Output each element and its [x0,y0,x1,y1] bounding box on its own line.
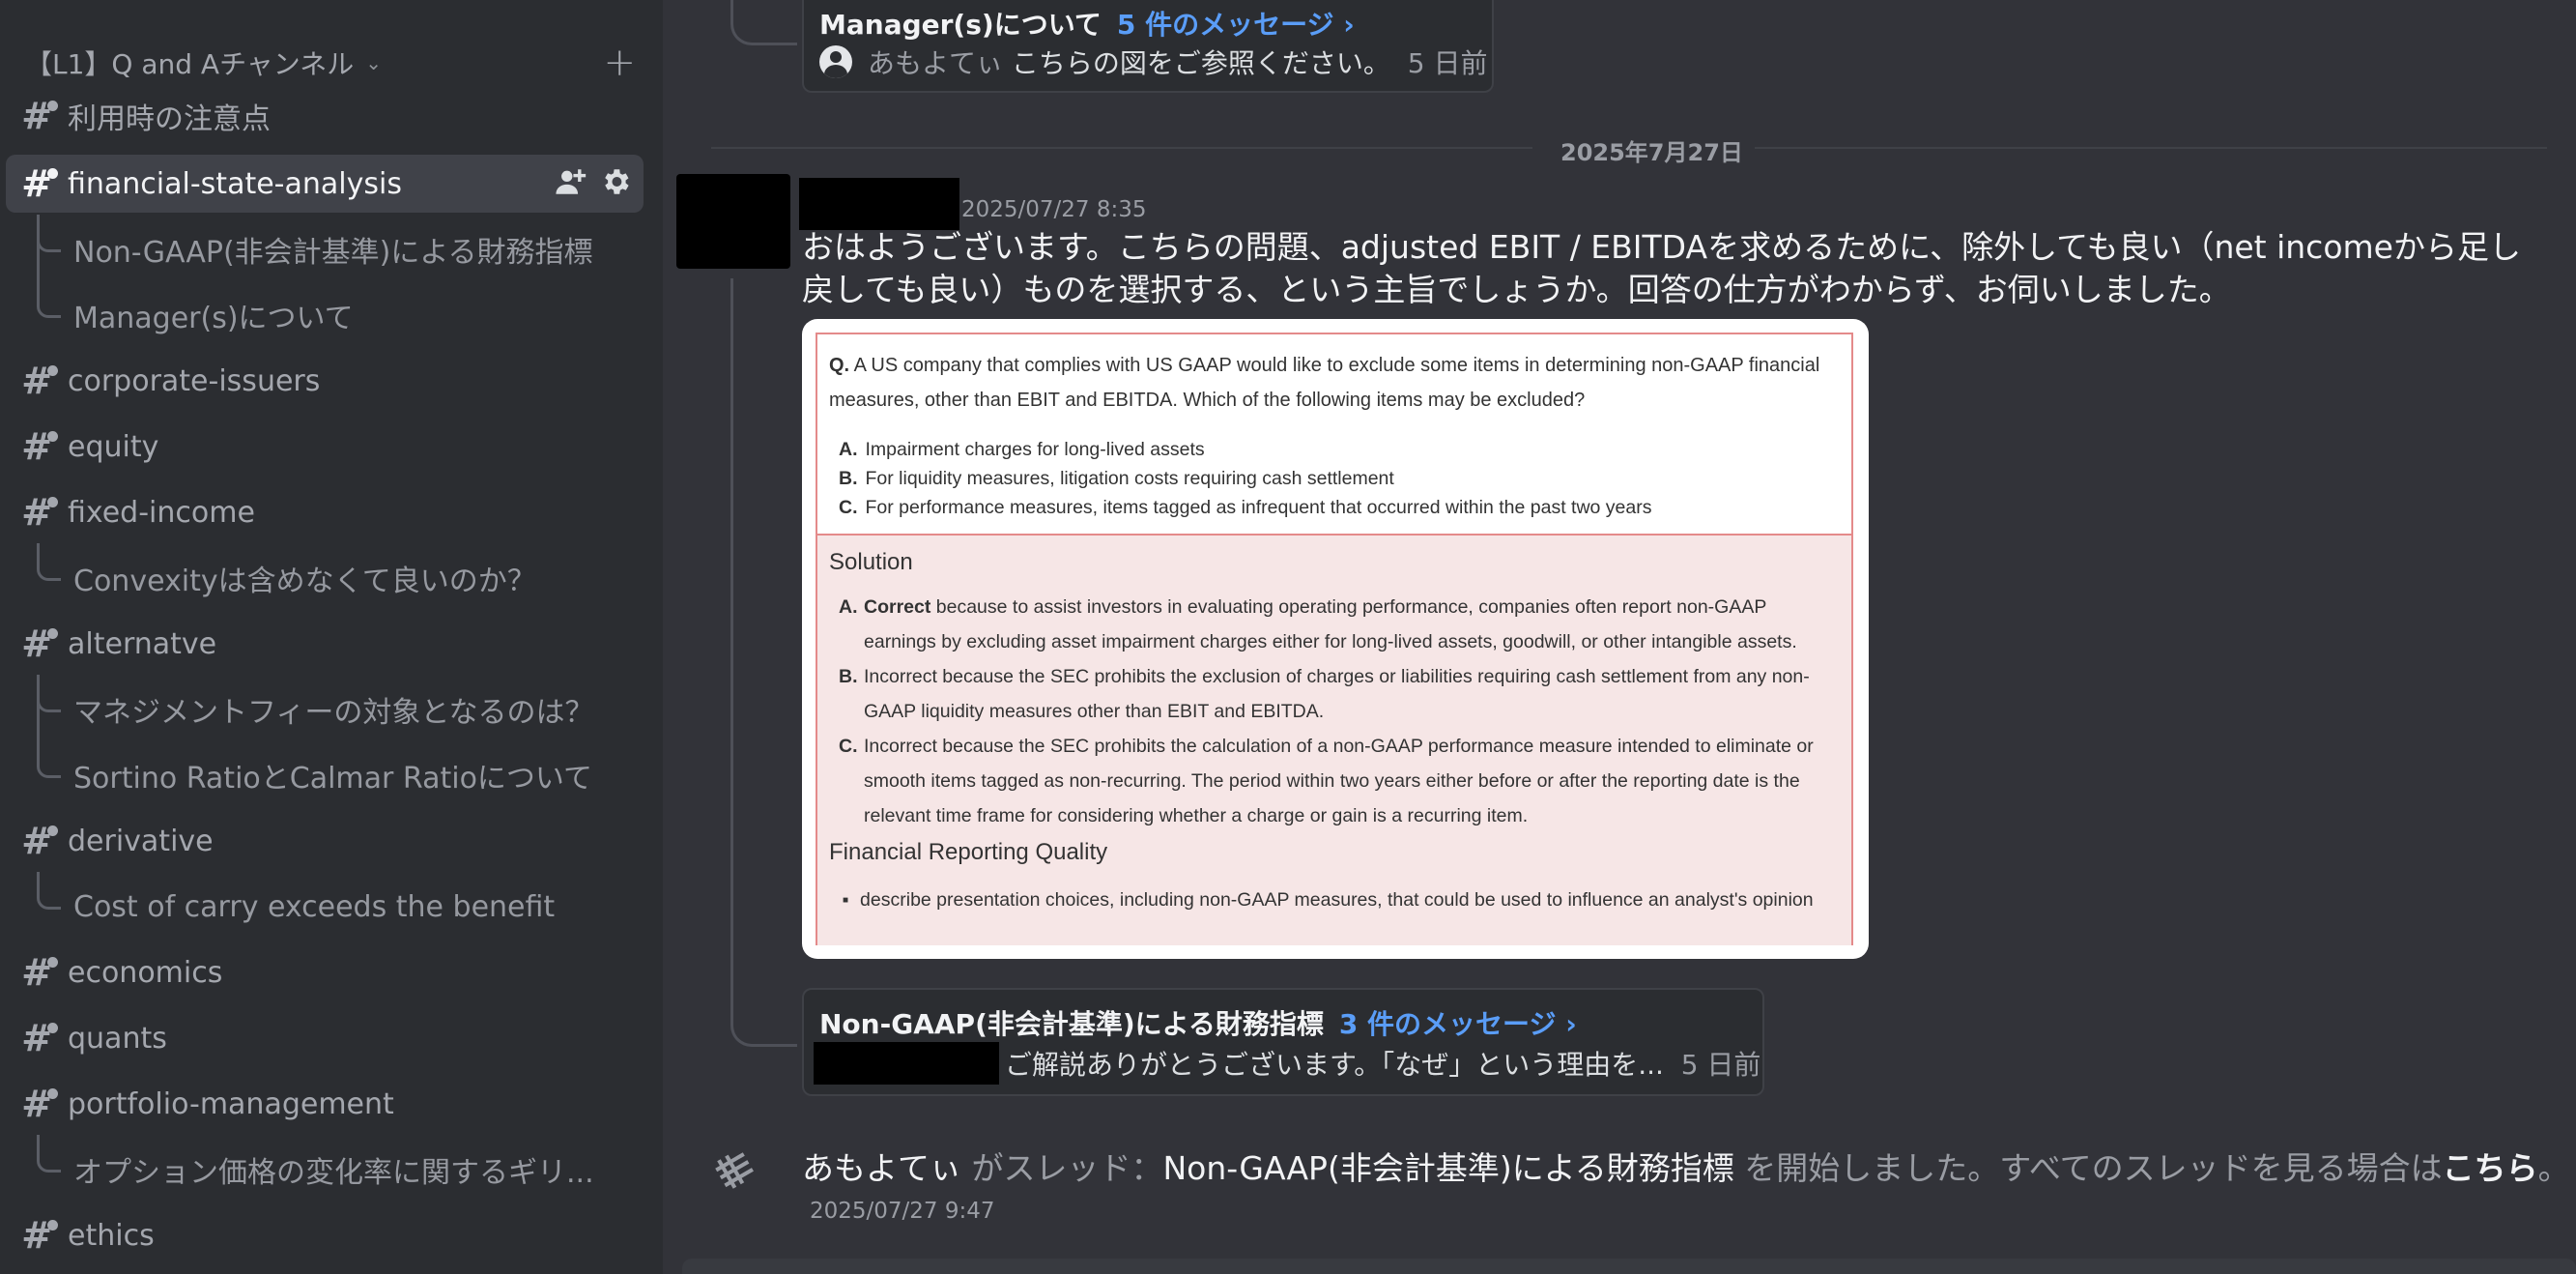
channel-label: derivative [68,824,214,858]
thread-preview-card[interactable]: Manager(s)について 5 件のメッセージ › あもよてぃ こちらの図をご参… [802,0,1494,93]
category-label: 【L1】Q and Aチャンネル [25,48,355,80]
channel-sidebar: 【L1】Q and Aチャンネル ⌄ + # 利用時の注意点 # financi… [0,0,663,1274]
question-text: Q. A US company that complies with US GA… [829,355,1820,411]
thread-label: オプション価格の変化率に関するギリ... [73,1156,594,1190]
avatar[interactable] [676,174,790,269]
channel-label: corporate-issuers [68,363,321,398]
thread-channel-icon: # [6,162,68,205]
channel-item-derivative[interactable]: # derivative [6,812,644,870]
thread-item-sortino-calmar[interactable]: Sortino RatioとCalmar Ratioについて [0,746,657,804]
message-text: おはようございます。こちらの問題、adjusted EBIT / EBITDAを… [802,228,2521,308]
thread-message-count[interactable]: 3 件のメッセージ › [1339,1008,1577,1040]
solution-box: Solution A. Correct because to assist in… [817,534,1851,945]
category-header[interactable]: 【L1】Q and Aチャンネル ⌄ + [25,41,644,85]
thread-label: Cost of carry exceeds the benefit [73,889,556,924]
chevron-down-icon: ⌄ [365,51,383,74]
thread-branch [37,746,61,778]
channel-item-ethics[interactable]: # ethics [6,1206,644,1264]
thread-branch [37,872,61,910]
channel-label: portfolio-management [68,1086,394,1121]
thread-channel-icon: # [6,1214,68,1257]
channel-item-portfolio-management[interactable]: # portfolio-management [6,1075,644,1133]
channel-label: alternatve [68,626,217,661]
thread-channel-icon: # [6,623,68,665]
system-message: あもよてぃ がスレッド：Non-GAAP(非会計基準)による財務指標 を開始しま… [802,1149,2570,1187]
create-invite-icon[interactable] [555,164,587,199]
avatar [819,45,852,78]
channel-label: economics [68,955,223,990]
thread-label: マネジメントフィーの対象となるのは？ [73,696,594,730]
section-title: Financial Reporting Quality [829,839,1108,865]
channel-item-alternatve[interactable]: # alternatve [6,615,644,673]
plus-icon[interactable]: + [603,41,636,85]
channel-label: quants [68,1021,167,1056]
thread-branch [37,680,61,712]
thread-item-managers[interactable]: Manager(s)について [0,286,657,344]
system-timestamp: 2025/07/27 9:47 [810,1199,995,1224]
thread-author: あもよてぃ [868,47,1004,79]
thread-title: Non-GAAP(非会計基準)による財務指標 [819,1008,1324,1040]
thread-item-management-fee[interactable]: マネジメントフィーの対象となるのは？ [0,680,657,738]
option-a: A. Impairment charges for long-lived asse… [839,439,1205,460]
thread-item-cost-of-carry[interactable]: Cost of carry exceeds the benefit [0,872,657,936]
thread-age: 5 日前 [1680,1049,1761,1081]
message-input-edge [682,1259,2576,1274]
thread-message-count[interactable]: 5 件のメッセージ › [1117,9,1355,41]
thread-label: Non-GAAP(非会計基準)による財務指標 [73,236,593,270]
channel-item-financial-state-analysis[interactable]: # financial-state-analysis [6,155,644,213]
all-threads-link[interactable]: こちら [2443,1149,2538,1187]
thread-age: 5 日前 [1407,47,1488,79]
thread-label: Convexityは含めなくて良いのか？ [73,565,536,598]
thread-item-option-greeks[interactable]: オプション価格の変化率に関するギリ... [0,1135,657,1199]
thread-branch [37,543,61,581]
thread-preview-text: こちらの図をご参照ください。 [1011,47,1390,79]
learning-outcome: describe presentation choices, including… [843,889,1814,912]
date-divider-label: 2025年7月27日 [1560,139,1743,166]
channel-label: fixed-income [68,495,255,530]
thread-label: Manager(s)について [73,302,354,335]
thread-channel-icon: # [6,1083,68,1125]
thread-title: Manager(s)について [819,9,1102,41]
thread-connector [730,278,797,1047]
thread-branch [37,220,61,252]
channel-item-economics[interactable]: # economics [6,943,644,1001]
thread-channel-icon: # [6,951,68,994]
message-timestamp[interactable]: 2025/07/27 8:35 [961,197,1147,222]
thread-channel-icon: # [6,95,68,137]
system-user[interactable]: あもよてぃ [802,1149,961,1187]
thread-branch [37,286,61,318]
thread-channel-icon: # [6,360,68,402]
channel-label: financial-state-analysis [68,166,402,201]
thread-channel-icon: # [6,1017,68,1059]
channel-label: 利用時の注意点 [68,102,271,136]
author-name[interactable] [799,178,959,230]
channel-item-quants[interactable]: # quants [6,1009,644,1067]
thread-author [814,1042,999,1085]
thread-connector [730,0,797,45]
channel-label: ethics [68,1218,155,1253]
thread-label: Sortino RatioとCalmar Ratioについて [73,762,593,796]
thread-branch [37,1135,61,1173]
thread-created-icon [715,1152,754,1189]
attached-image[interactable]: Q. A US company that complies with US GA… [802,319,1869,959]
system-thread-name[interactable]: Non-GAAP(非会計基準)による財務指標 [1163,1149,1734,1187]
thread-preview-card[interactable]: Non-GAAP(非会計基準)による財務指標 3 件のメッセージ › ご解説ありが… [802,988,1764,1096]
thread-channel-icon: # [6,491,68,534]
option-b: B. For liquidity measures, litigation cos… [839,468,1394,489]
thread-channel-icon: # [6,820,68,862]
message-area: Manager(s)について 5 件のメッセージ › あもよてぃ こちらの図をご参… [663,0,2576,1274]
option-c: C. For performance measures, items tagged… [839,497,1652,518]
thread-preview-text: ご解説ありがとうございます。「なぜ」という理由を... [1005,1049,1664,1081]
channel-item-equity[interactable]: # equity [6,418,644,476]
thread-item-non-gaap[interactable]: Non-GAAP(非会計基準)による財務指標 [0,220,657,278]
channel-item-fixed-income[interactable]: # fixed-income [6,483,644,541]
channel-label: equity [68,429,159,464]
gear-icon[interactable] [599,164,632,199]
thread-item-convexity[interactable]: Convexityは含めなくて良いのか？ [0,543,657,607]
channel-item-corporate-issuers[interactable]: # corporate-issuers [6,352,644,410]
channel-item-usage-notes[interactable]: # 利用時の注意点 [6,87,644,145]
solution-title: Solution [829,549,913,575]
thread-channel-icon: # [6,425,68,468]
